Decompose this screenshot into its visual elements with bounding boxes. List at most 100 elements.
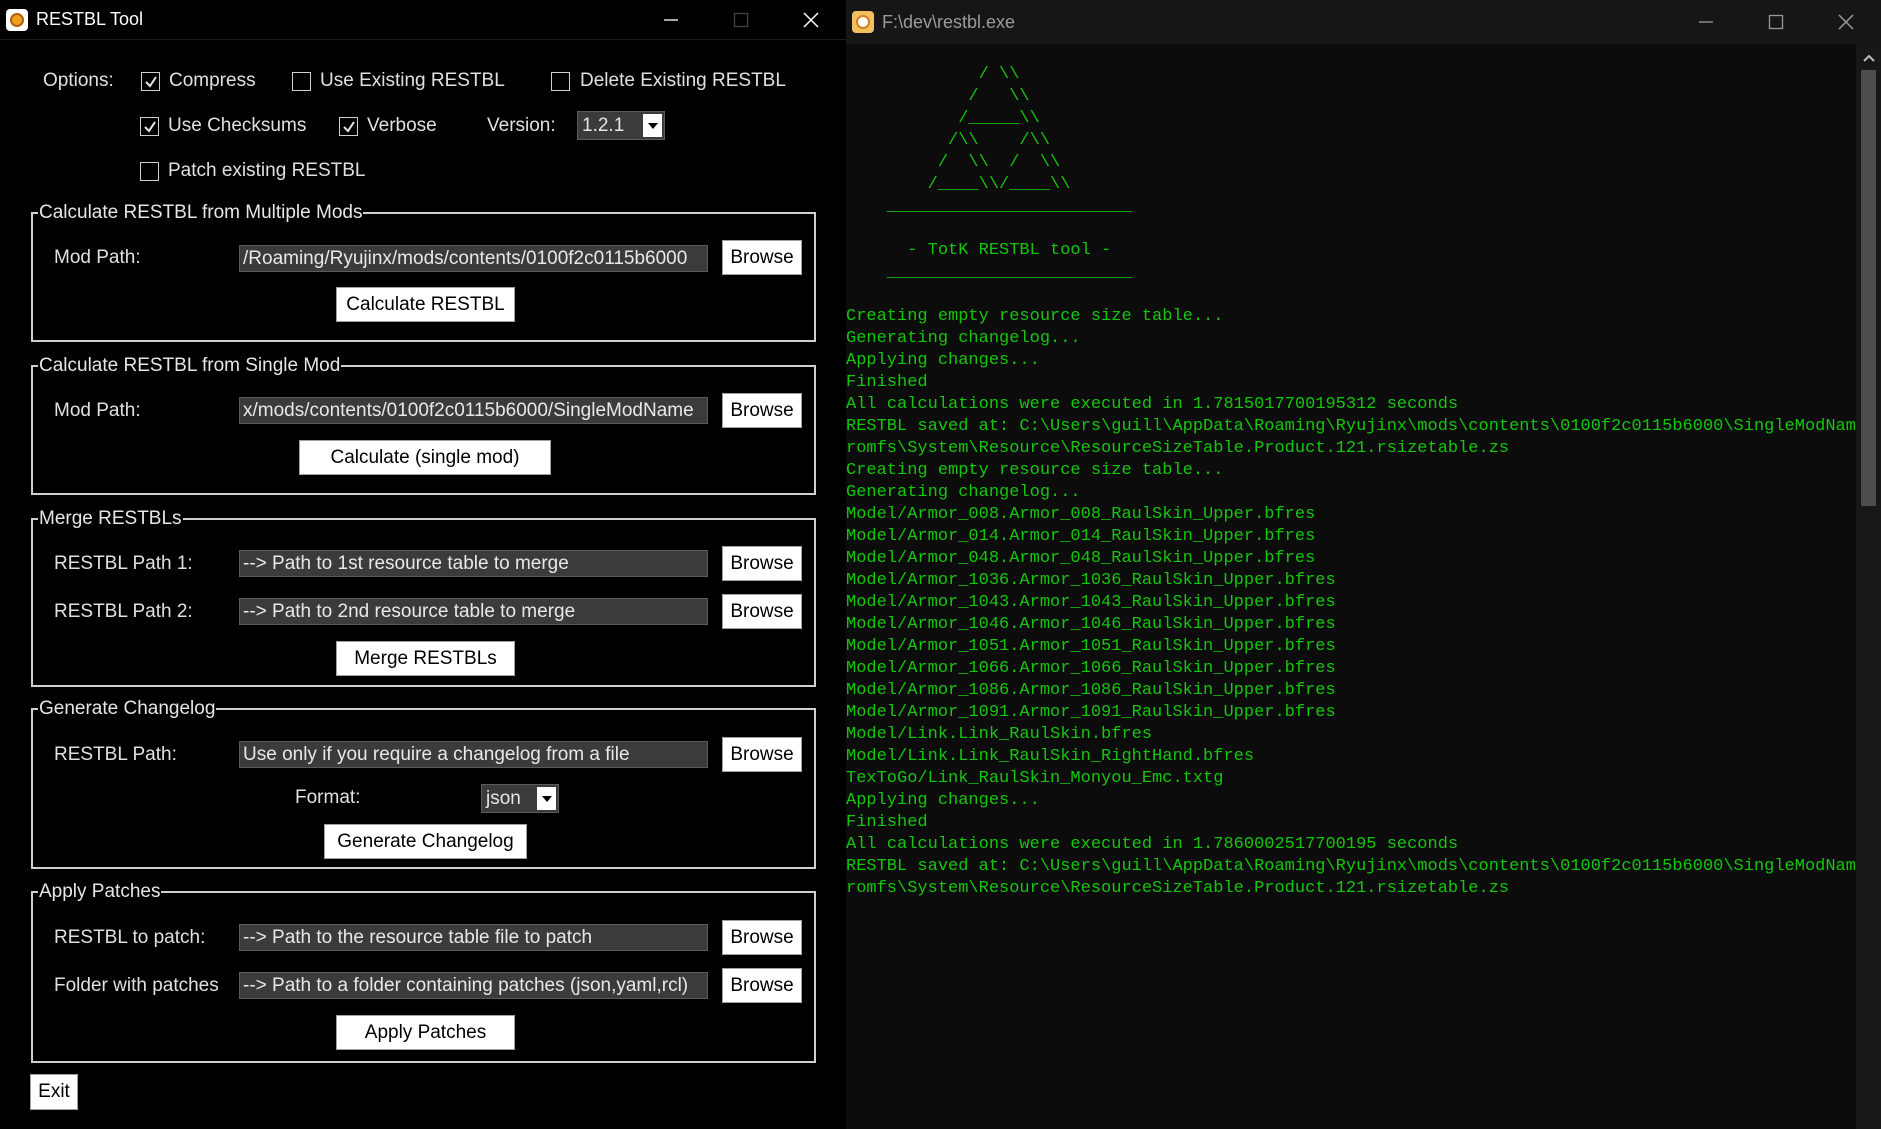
changelog-restbl-path-label: RESTBL Path: bbox=[54, 744, 177, 765]
patch-restbl-browse-button[interactable]: Browse bbox=[722, 920, 802, 955]
console-line: Creating empty resource size table... bbox=[846, 461, 1224, 480]
multi-mod-path-input[interactable]: /Roaming/Ryujinx/mods/contents/0100f2c01… bbox=[239, 245, 708, 272]
console-line: Model/Link.Link_RaulSkin_RightHand.bfres bbox=[846, 747, 1255, 766]
console-line: /____\\/____\\ bbox=[846, 175, 1071, 194]
console-line: Applying changes... bbox=[846, 351, 1040, 370]
console-line: Model/Armor_1091.Armor_1091_RaulSkin_Upp… bbox=[846, 703, 1336, 722]
generate-changelog-button[interactable]: Generate Changelog bbox=[324, 824, 527, 859]
console-app-icon bbox=[852, 11, 874, 33]
merge-restbls-button[interactable]: Merge RESTBLs bbox=[336, 641, 515, 676]
merge-path2-browse-button[interactable]: Browse bbox=[722, 594, 802, 629]
restbl-tool-window: RESTBL Tool Options: Compress Use Existi… bbox=[0, 0, 846, 1129]
merge-path1-browse-button[interactable]: Browse bbox=[722, 546, 802, 581]
multi-browse-button[interactable]: Browse bbox=[722, 240, 802, 275]
minimize-icon[interactable] bbox=[1671, 0, 1741, 44]
console-line: TexToGo/Link_RaulSkin_Monyou_Emc.txtg bbox=[846, 769, 1224, 788]
use-checksums-label: Use Checksums bbox=[168, 115, 307, 136]
merge-restbls-legend: Merge RESTBLs bbox=[39, 508, 182, 529]
console-line: /_____\\ bbox=[846, 109, 1040, 128]
use-existing-restbl-checkbox[interactable] bbox=[292, 72, 311, 91]
single-mod-legend: Calculate RESTBL from Single Mod bbox=[39, 355, 341, 376]
apply-patches-button[interactable]: Apply Patches bbox=[336, 1015, 515, 1050]
console-line: Generating changelog... bbox=[846, 329, 1081, 348]
changelog-restbl-path-input[interactable]: Use only if you require a changelog from… bbox=[239, 741, 708, 768]
changelog-browse-button[interactable]: Browse bbox=[722, 737, 802, 772]
single-mod-path-label: Mod Path: bbox=[54, 400, 141, 421]
console-line: / \\ / \\ bbox=[846, 153, 1061, 172]
console-line: romfs\System\Resource\ResourceSizeTable.… bbox=[846, 879, 1510, 898]
console-titlebar[interactable]: F:\dev\restbl.exe bbox=[846, 0, 1881, 44]
console-window-controls bbox=[1671, 0, 1881, 40]
version-select[interactable]: 1.2.1 bbox=[577, 111, 665, 140]
console-line: Model/Armor_1086.Armor_1086_RaulSkin_Upp… bbox=[846, 681, 1336, 700]
console-line: Finished bbox=[846, 813, 928, 832]
console-line: / \\ bbox=[846, 87, 1030, 106]
patch-existing-restbl-checkbox[interactable] bbox=[140, 162, 159, 181]
patch-folder-browse-button[interactable]: Browse bbox=[722, 968, 802, 1003]
chevron-down-icon[interactable] bbox=[537, 787, 556, 810]
console-line: / \\ bbox=[846, 65, 1020, 84]
console-line: ________________________ bbox=[846, 263, 1132, 282]
restbl-path-2-input[interactable]: --> Path to 2nd resource table to merge bbox=[239, 598, 708, 625]
calculate-restbl-button[interactable]: Calculate RESTBL bbox=[336, 287, 515, 322]
use-checksums-checkbox[interactable] bbox=[140, 117, 159, 136]
format-value: json bbox=[486, 788, 521, 809]
restbl-path-1-input[interactable]: --> Path to 1st resource table to merge bbox=[239, 550, 708, 577]
folder-with-patches-input[interactable]: --> Path to a folder containing patches … bbox=[239, 972, 708, 999]
restbl-path-1-label: RESTBL Path 1: bbox=[54, 553, 193, 574]
python-app-icon bbox=[6, 8, 28, 31]
console-output[interactable]: / \\ / \\ /_____\\ /\\ /\\ / \\ / \\ /__… bbox=[846, 44, 1876, 1129]
maximize-icon[interactable] bbox=[1741, 0, 1811, 44]
use-existing-restbl-label: Use Existing RESTBL bbox=[320, 70, 505, 91]
tool-titlebar[interactable]: RESTBL Tool bbox=[0, 0, 846, 40]
console-line: RESTBL saved at: C:\Users\guill\AppData\… bbox=[846, 417, 1877, 436]
scroll-up-arrow-icon[interactable] bbox=[1856, 48, 1881, 68]
single-mod-path-input[interactable]: x/mods/contents/0100f2c0115b6000/SingleM… bbox=[239, 397, 708, 424]
format-select[interactable]: json bbox=[481, 784, 559, 813]
scrollbar-thumb[interactable] bbox=[1861, 70, 1876, 506]
multi-mod-path-label: Mod Path: bbox=[54, 247, 141, 268]
console-line: /\\ /\\ bbox=[846, 131, 1051, 150]
console-line: RESTBL saved at: C:\Users\guill\AppData\… bbox=[846, 857, 1877, 876]
single-browse-button[interactable]: Browse bbox=[722, 393, 802, 428]
console-line: - TotK RESTBL tool - bbox=[846, 241, 1112, 260]
restbl-to-patch-input[interactable]: --> Path to the resource table file to p… bbox=[239, 924, 708, 951]
compress-checkbox[interactable] bbox=[141, 72, 160, 91]
folder-with-patches-label: Folder with patches bbox=[54, 975, 219, 996]
restbl-path-2-label: RESTBL Path 2: bbox=[54, 601, 193, 622]
console-line: Model/Armor_014.Armor_014_RaulSkin_Upper… bbox=[846, 527, 1316, 546]
console-line: All calculations were executed in 1.7815… bbox=[846, 395, 1459, 414]
version-value: 1.2.1 bbox=[582, 115, 625, 136]
minimize-icon[interactable] bbox=[636, 0, 706, 40]
console-window-title: F:\dev\restbl.exe bbox=[882, 11, 1016, 32]
patch-existing-restbl-label: Patch existing RESTBL bbox=[168, 160, 366, 181]
chevron-down-icon[interactable] bbox=[643, 114, 662, 137]
verbose-label: Verbose bbox=[367, 115, 437, 136]
console-line: Model/Armor_1046.Armor_1046_RaulSkin_Upp… bbox=[846, 615, 1336, 634]
format-label: Format: bbox=[295, 787, 361, 808]
console-line: Creating empty resource size table... bbox=[846, 307, 1224, 326]
console-line: ________________________ bbox=[846, 197, 1132, 216]
console-window: F:\dev\restbl.exe / \\ / \\ /_____\\ /\\… bbox=[846, 0, 1881, 1129]
exit-button[interactable]: Exit bbox=[30, 1074, 78, 1110]
close-icon[interactable] bbox=[776, 0, 846, 40]
version-label: Version: bbox=[487, 115, 556, 136]
restbl-to-patch-label: RESTBL to patch: bbox=[54, 927, 206, 948]
console-line: Finished bbox=[846, 373, 928, 392]
multiple-mods-legend: Calculate RESTBL from Multiple Mods bbox=[39, 202, 363, 223]
window-controls bbox=[636, 0, 846, 40]
close-icon[interactable] bbox=[1811, 0, 1881, 44]
console-line: Model/Armor_1043.Armor_1043_RaulSkin_Upp… bbox=[846, 593, 1336, 612]
console-line: Applying changes... bbox=[846, 791, 1040, 810]
console-line: Model/Armor_048.Armor_048_RaulSkin_Upper… bbox=[846, 549, 1316, 568]
verbose-checkbox[interactable] bbox=[339, 117, 358, 136]
delete-existing-restbl-label: Delete Existing RESTBL bbox=[580, 70, 786, 91]
console-line: romfs\System\Resource\ResourceSizeTable.… bbox=[846, 439, 1510, 458]
maximize-icon bbox=[706, 0, 776, 40]
generate-changelog-legend: Generate Changelog bbox=[39, 698, 216, 719]
apply-patches-legend: Apply Patches bbox=[39, 881, 161, 902]
console-scrollbar[interactable] bbox=[1856, 44, 1881, 1129]
console-line: Generating changelog... bbox=[846, 483, 1081, 502]
delete-existing-restbl-checkbox[interactable] bbox=[551, 72, 570, 91]
calculate-single-mod-button[interactable]: Calculate (single mod) bbox=[299, 440, 551, 475]
